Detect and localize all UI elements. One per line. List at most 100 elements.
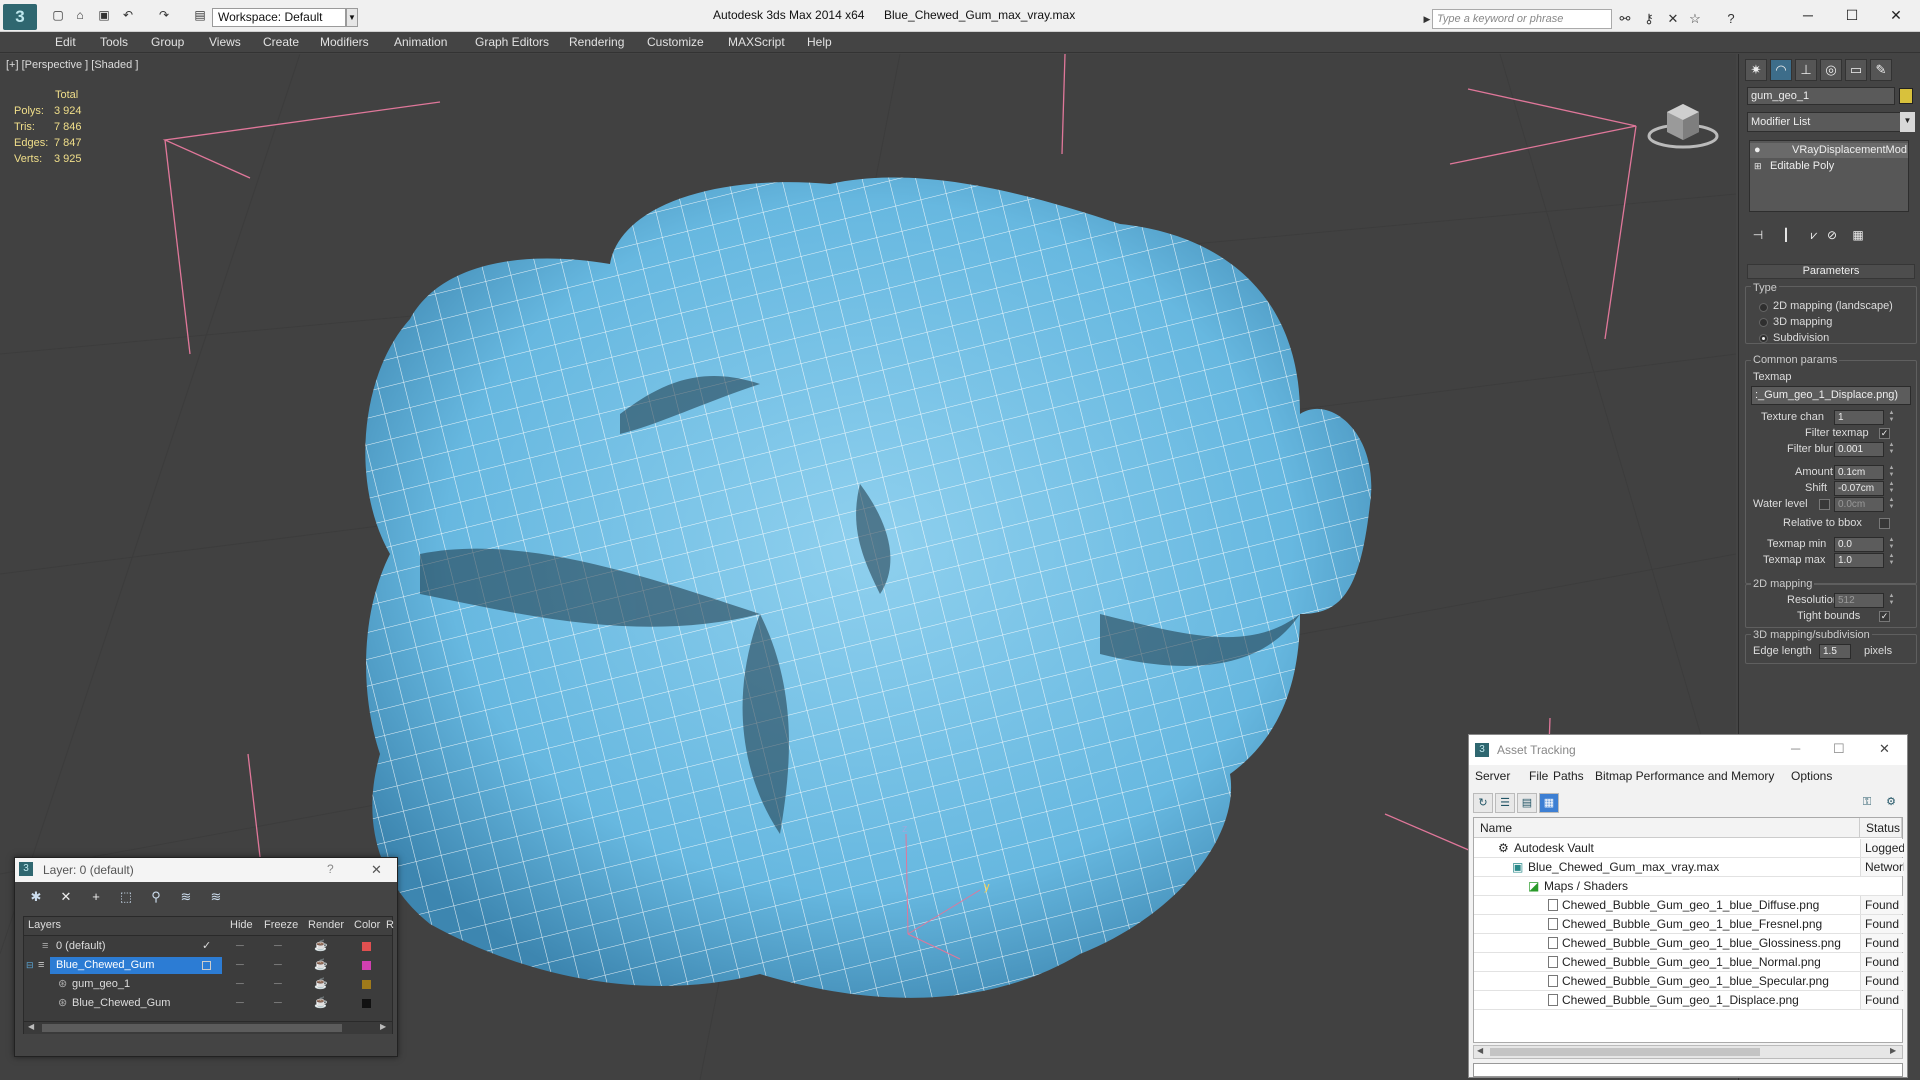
active-layer-checkbox[interactable]	[202, 961, 211, 970]
active-layer-check-icon[interactable]: ✓	[202, 937, 211, 956]
vault-settings-icon[interactable]: ⚙	[1881, 793, 1901, 813]
tight-bounds-checkbox[interactable]: ✓	[1879, 611, 1890, 622]
hide-toggle[interactable]: ─	[236, 975, 244, 994]
chevron-down-icon[interactable]: ▼	[346, 8, 358, 27]
spinner-arrows-icon[interactable]: ▲ ▼	[1887, 481, 1896, 496]
menu-rendering[interactable]: Rendering	[569, 35, 624, 49]
close-icon[interactable]: ✕	[1879, 741, 1890, 757]
remove-modifier-icon[interactable]: ⊘	[1823, 226, 1841, 244]
menu-help[interactable]: Help	[807, 35, 832, 49]
asset-row[interactable]: Chewed_Bubble_Gum_geo_1_blue_Diffuse.png…	[1474, 896, 1904, 915]
workspace-dropdown[interactable]: Workspace: Default	[212, 8, 346, 27]
texmap-min-spinner[interactable]: 0.0	[1834, 537, 1884, 552]
spinner-arrows-icon[interactable]: ▲ ▼	[1887, 410, 1896, 425]
col-color[interactable]: Color	[354, 919, 380, 931]
viewport-label[interactable]: [+] [Perspective ] [Shaded ]	[6, 59, 138, 71]
save-icon[interactable]: ▣	[96, 8, 112, 22]
scroll-right-icon[interactable]: ▶	[380, 1022, 386, 1031]
pin-stack-icon[interactable]: ⊣	[1749, 226, 1767, 244]
render-teapot-icon[interactable]: ☕	[314, 975, 328, 994]
minimize-icon[interactable]: ─	[1786, 4, 1830, 26]
motion-tab-icon[interactable]: ◎	[1820, 59, 1842, 81]
filter-texmap-checkbox[interactable]: ✓	[1879, 428, 1890, 439]
search-input[interactable]: Type a keyword or phrase	[1432, 9, 1612, 29]
create-tab-icon[interactable]: ✷	[1745, 59, 1767, 81]
undo-icon[interactable]: ↶	[120, 8, 136, 22]
water-level-spinner[interactable]: 0.0cm	[1834, 497, 1884, 512]
vault-login-icon[interactable]: ⚿	[1857, 793, 1877, 813]
layer-window-titlebar[interactable]: 3 Layer: 0 (default) ? ✕	[15, 858, 397, 882]
asset-path-field[interactable]	[1473, 1063, 1903, 1077]
scroll-right-icon[interactable]: ▶	[1890, 1046, 1896, 1055]
help-icon[interactable]: ?	[1722, 10, 1740, 28]
filter-blur-spinner[interactable]: 0.001	[1834, 442, 1884, 457]
asset-row[interactable]: ⚙ Autodesk Vault Logged	[1474, 839, 1904, 858]
display-tab-icon[interactable]: ▭	[1845, 59, 1867, 81]
object-color-swatch[interactable]	[1899, 88, 1913, 104]
hide-toggle[interactable]: ─	[236, 937, 244, 956]
asset-tracking-titlebar[interactable]: 3 Asset Tracking ─ ☐ ✕	[1469, 735, 1907, 765]
refresh-icon[interactable]: ↻	[1473, 793, 1493, 813]
horizontal-scrollbar[interactable]: ◀ ▶	[24, 1021, 392, 1034]
relative-bbox-checkbox[interactable]	[1879, 518, 1890, 529]
col-radiosity[interactable]: R	[386, 919, 394, 931]
menu-graph-editors[interactable]: Graph Editors	[475, 35, 549, 49]
object-color-swatch[interactable]	[362, 980, 371, 989]
menu-bitmap-performance[interactable]: Bitmap Performance and Memory	[1595, 769, 1774, 783]
utilities-tab-icon[interactable]: ✎	[1870, 59, 1892, 81]
col-hide[interactable]: Hide	[230, 919, 253, 931]
freeze-toggle[interactable]: ─	[274, 994, 282, 1013]
create-layer-icon[interactable]: ✱	[27, 888, 45, 906]
spinner-arrows-icon[interactable]: ▲ ▼	[1887, 537, 1896, 552]
col-freeze[interactable]: Freeze	[264, 919, 298, 931]
resolution-spinner[interactable]: 512	[1834, 593, 1884, 608]
radio-subdivision[interactable]	[1759, 334, 1768, 343]
menu-group[interactable]: Group	[151, 35, 184, 49]
col-layers[interactable]: Layers	[28, 919, 61, 931]
parameters-rollout-header[interactable]: Parameters	[1747, 264, 1915, 279]
new-file-icon[interactable]: ▢	[50, 8, 66, 22]
menu-server[interactable]: Server	[1475, 769, 1510, 783]
layer-row[interactable]: ⊛ gum_geo_1 ─ ─ ☕	[24, 975, 392, 994]
stack-item-vray-displacement[interactable]: ● VRayDisplacementMod	[1750, 143, 1908, 158]
asset-row[interactable]: Chewed_Bubble_Gum_geo_1_Displace.png Fou…	[1474, 991, 1904, 1010]
collapse-icon[interactable]: ⊟	[26, 956, 34, 975]
binoculars-icon[interactable]: ⚯	[1616, 10, 1634, 28]
render-teapot-icon[interactable]: ☕	[314, 994, 328, 1013]
col-status[interactable]: Status	[1860, 818, 1902, 838]
viewcube-icon[interactable]	[1645, 94, 1721, 150]
layer-row[interactable]: ⊟ ≡ Blue_Chewed_Gum ─ ─ ☕	[24, 956, 392, 975]
scroll-left-icon[interactable]: ◀	[1477, 1046, 1483, 1055]
radio-2d-mapping[interactable]	[1759, 303, 1768, 312]
asset-row[interactable]: Chewed_Bubble_Gum_geo_1_blue_Fresnel.png…	[1474, 915, 1904, 934]
layer-color-swatch[interactable]	[362, 961, 371, 970]
close-icon[interactable]: ✕	[371, 862, 382, 878]
menu-animation[interactable]: Animation	[394, 35, 447, 49]
object-name-field[interactable]: gum_geo_1	[1747, 87, 1895, 105]
delete-layer-icon[interactable]: ✕	[57, 888, 75, 906]
hide-toggle[interactable]: ─	[236, 994, 244, 1013]
communication-icon[interactable]: ✕	[1664, 10, 1682, 28]
shift-spinner[interactable]: -0.07cm	[1834, 481, 1884, 496]
menu-maxscript[interactable]: MAXScript	[728, 35, 785, 49]
menu-modifiers[interactable]: Modifiers	[320, 35, 369, 49]
favorites-star-icon[interactable]: ☆	[1686, 10, 1704, 28]
menu-create[interactable]: Create	[263, 35, 299, 49]
radio-3d-mapping[interactable]	[1759, 318, 1768, 327]
configure-sets-icon[interactable]: ▦	[1849, 226, 1867, 244]
asset-row[interactable]: Chewed_Bubble_Gum_geo_1_blue_Specular.pn…	[1474, 972, 1904, 991]
redo-icon[interactable]: ↷	[156, 8, 172, 22]
asset-row[interactable]: ◪ Maps / Shaders	[1474, 877, 1902, 896]
subscription-key-icon[interactable]: ⚷	[1640, 10, 1658, 28]
chevron-down-icon[interactable]: ▼	[1900, 112, 1915, 132]
gum-mesh[interactable]	[365, 177, 1372, 998]
freeze-toggle[interactable]: ─	[274, 975, 282, 994]
make-unique-icon[interactable]: ⩗	[1805, 226, 1823, 244]
scrollbar-thumb[interactable]	[42, 1024, 342, 1032]
project-folder-icon[interactable]: ▤	[192, 8, 208, 22]
lightbulb-icon[interactable]: ●	[1754, 143, 1761, 158]
grid-view-icon[interactable]: ▦	[1539, 793, 1559, 813]
hierarchy-tab-icon[interactable]: ⊥	[1795, 59, 1817, 81]
spinner-arrows-icon[interactable]: ▲ ▼	[1887, 465, 1896, 480]
menu-file[interactable]: File	[1529, 769, 1548, 783]
